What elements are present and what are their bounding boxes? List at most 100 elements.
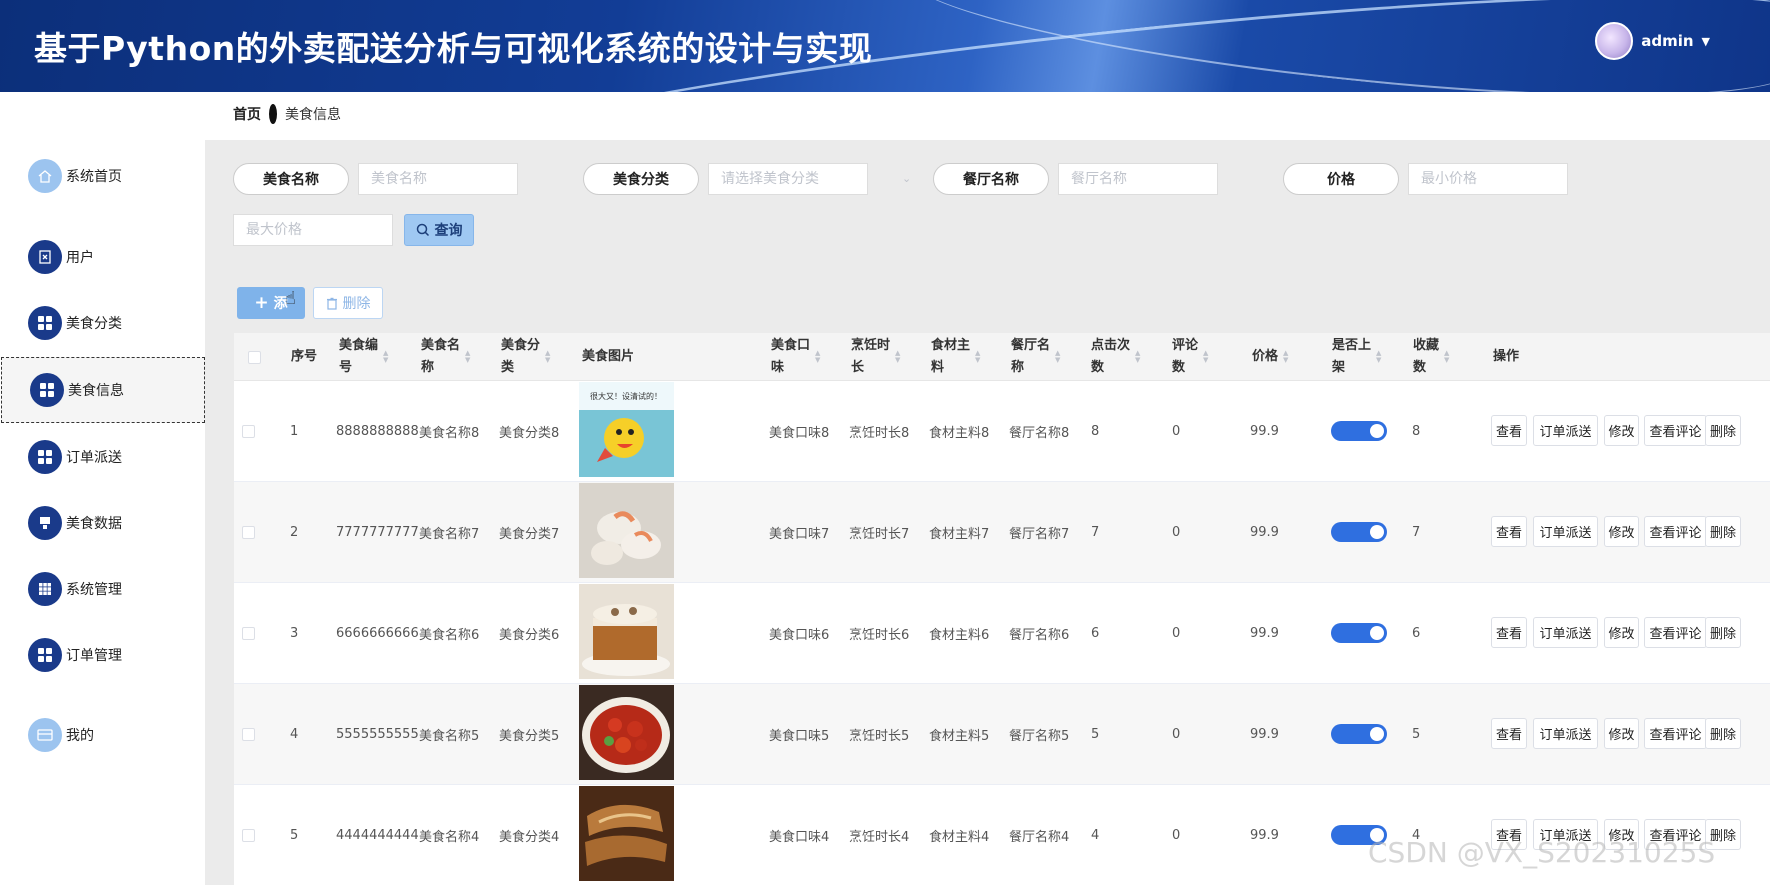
col-favorites[interactable]: 收藏数 ▲ ▼ — [1413, 333, 1449, 381]
delete-row-button[interactable]: 删除 — [1705, 516, 1741, 547]
food-taste: 美食口味7 — [769, 527, 830, 542]
edit-button[interactable]: 修改 — [1604, 516, 1639, 547]
category-select[interactable] — [708, 163, 868, 195]
sort-icon[interactable]: ▲ ▼ — [975, 350, 980, 364]
edit-button[interactable]: 修改 — [1604, 415, 1639, 446]
header-label: 是否上架 — [1332, 338, 1372, 375]
min-price-input[interactable] — [1408, 163, 1568, 195]
col-on-shelf[interactable]: 是否上架 ▲ ▼ — [1332, 333, 1381, 381]
sort-icon[interactable]: ▲ ▼ — [383, 350, 388, 364]
sidebar-item-8[interactable]: 我的 — [0, 702, 205, 768]
sort-icon[interactable]: ▲ ▼ — [895, 350, 900, 364]
view-button[interactable]: 查看 — [1491, 718, 1527, 749]
food-name-label: 美食名称 — [233, 163, 349, 195]
sidebar-item-1[interactable]: 用户 — [0, 224, 205, 290]
col-restaurant[interactable]: 餐厅名称 ▲ ▼ — [1011, 333, 1060, 381]
sidebar-item-5[interactable]: 美食数据 — [0, 490, 205, 556]
col-food-code[interactable]: 美食编号 ▲ ▼ — [339, 333, 388, 381]
sidebar-item-3[interactable]: 美食信息 — [1, 357, 205, 423]
view-comments-button[interactable]: 查看评论 — [1644, 415, 1707, 446]
on-shelf-toggle[interactable] — [1331, 724, 1387, 744]
avatar[interactable] — [1595, 22, 1634, 60]
sort-icon[interactable]: ▲ ▼ — [815, 350, 820, 364]
sort-icon[interactable]: ▲ ▼ — [1283, 350, 1288, 364]
sidebar-item-label: 系统管理 — [66, 582, 122, 598]
on-shelf-toggle[interactable] — [1331, 421, 1387, 441]
sidebar-item-7[interactable]: 订单管理 — [0, 622, 205, 688]
dispatch-order-button[interactable]: 订单派送 — [1533, 516, 1598, 547]
food-taste: 美食口味5 — [769, 729, 830, 744]
row-checkbox[interactable] — [242, 728, 255, 741]
sidebar-item-4[interactable]: 订单派送 — [0, 424, 205, 490]
sort-icon[interactable]: ▲ ▼ — [1376, 350, 1381, 364]
food-name-input[interactable] — [358, 163, 518, 195]
row-checkbox[interactable] — [242, 425, 255, 438]
sidebar-item-label: 美食分类 — [66, 316, 122, 332]
delete-row-button[interactable]: 删除 — [1705, 617, 1741, 648]
sidebar-item-0[interactable]: 系统首页 — [0, 143, 205, 209]
sort-icon[interactable]: ▲ ▼ — [465, 350, 470, 364]
breadcrumb: 首页 美食信息 — [233, 104, 341, 124]
edit-button[interactable]: 修改 — [1604, 617, 1639, 648]
user-menu[interactable]: admin ▼ — [1595, 22, 1710, 60]
delete-row-button[interactable]: 删除 — [1705, 415, 1741, 446]
col-food-category[interactable]: 美食分类 ▲ ▼ — [501, 333, 550, 381]
home-icon — [28, 159, 62, 193]
sort-icon[interactable]: ▲ ▼ — [545, 350, 550, 364]
dispatch-order-button[interactable]: 订单派送 — [1533, 617, 1598, 648]
sidebar-item-2[interactable]: 美食分类 — [0, 290, 205, 356]
dispatch-order-button[interactable]: 订单派送 — [1533, 415, 1598, 446]
delete-row-button[interactable]: 删除 — [1705, 718, 1741, 749]
view-button[interactable]: 查看 — [1491, 415, 1527, 446]
col-ingredient[interactable]: 食材主料 ▲ ▼ — [931, 333, 980, 381]
sidebar-item-label: 订单管理 — [66, 648, 122, 664]
view-comments-button[interactable]: 查看评论 — [1644, 516, 1707, 547]
sort-icon[interactable]: ▲ ▼ — [1135, 350, 1140, 364]
price: 99.9 — [1250, 828, 1279, 843]
delete-button[interactable]: 删除 — [313, 287, 383, 319]
view-comments-button[interactable]: 查看评论 — [1644, 718, 1707, 749]
col-price[interactable]: 价格 ▲ ▼ — [1252, 333, 1288, 381]
table-row: 2 7777777777 美食名称7 美食分类7 美食口味7 烹饪时长7 食材主料7 餐厅名称… — [234, 482, 1770, 583]
chevron-down-icon[interactable]: ▼ — [1702, 35, 1710, 48]
sort-icon[interactable]: ▲ ▼ — [1055, 350, 1060, 364]
app-header: 基于Python的外卖配送分析与可视化系统的设计与实现 admin ▼ — [0, 0, 1770, 92]
sidebar-item-6[interactable]: 系统管理 — [0, 556, 205, 622]
col-comments[interactable]: 评论数 ▲ ▼ — [1172, 333, 1208, 381]
max-price-input[interactable] — [233, 214, 393, 246]
row-checkbox[interactable] — [242, 526, 255, 539]
on-shelf-toggle[interactable] — [1331, 623, 1387, 643]
chevron-down-icon[interactable]: ⌄ — [902, 172, 911, 185]
view-comments-button[interactable]: 查看评论 — [1644, 617, 1707, 648]
query-button[interactable]: 查询 — [404, 214, 474, 246]
username[interactable]: admin — [1641, 32, 1693, 50]
edit-button[interactable]: 修改 — [1604, 718, 1639, 749]
col-cook-time[interactable]: 烹饪时长 ▲ ▼ — [851, 333, 900, 381]
row-checkbox[interactable] — [242, 829, 255, 842]
row-checkbox[interactable] — [242, 627, 255, 640]
trash-icon — [326, 297, 337, 310]
breadcrumb-home[interactable]: 首页 — [233, 104, 261, 124]
ingredient: 食材主料7 — [929, 527, 990, 542]
food-code: 8888888888 — [336, 424, 419, 439]
sort-icon[interactable]: ▲ ▼ — [1203, 350, 1208, 364]
col-taste[interactable]: 美食口味 ▲ ▼ — [771, 333, 820, 381]
col-clicks[interactable]: 点击次数 ▲ ▼ — [1091, 333, 1140, 381]
restaurant-label: 餐厅名称 — [933, 163, 1049, 195]
col-food-name[interactable]: 美食名称 ▲ ▼ — [421, 333, 470, 381]
row-number: 2 — [290, 525, 299, 540]
on-shelf-toggle[interactable] — [1331, 522, 1387, 542]
restaurant-name: 餐厅名称6 — [1009, 628, 1070, 643]
view-button[interactable]: 查看 — [1491, 617, 1527, 648]
sidebar-item-label: 用户 — [66, 250, 94, 266]
order-icon — [28, 638, 62, 672]
view-button[interactable]: 查看 — [1491, 516, 1527, 547]
food-name: 美食名称7 — [419, 527, 480, 542]
restaurant-input[interactable] — [1058, 163, 1218, 195]
restaurant-name: 餐厅名称4 — [1009, 830, 1070, 845]
dispatch-order-button[interactable]: 订单派送 — [1533, 718, 1598, 749]
food-image: 很大又！设清试的！ — [579, 382, 674, 477]
sort-icon[interactable]: ▲ ▼ — [1444, 350, 1449, 364]
row-number: 4 — [290, 727, 299, 742]
select-all-checkbox[interactable] — [248, 351, 261, 364]
